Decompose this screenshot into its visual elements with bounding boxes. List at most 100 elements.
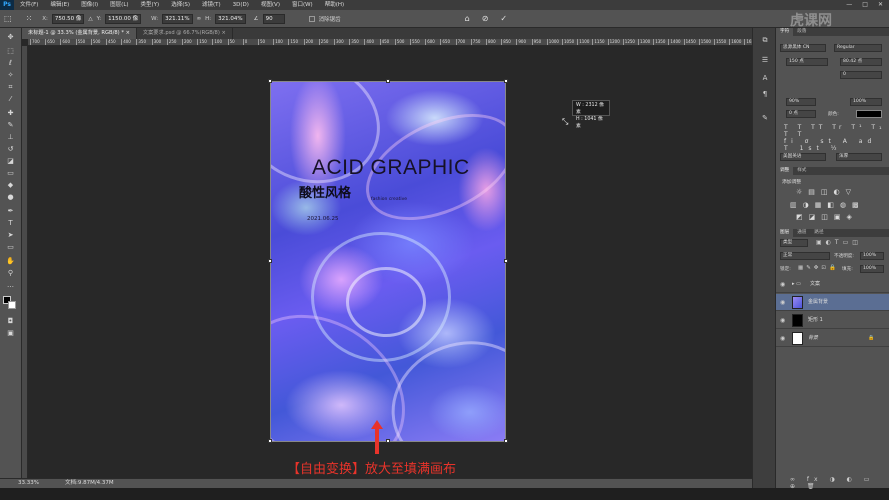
brush-panel-icon[interactable]: ✎ xyxy=(759,114,771,124)
menu-file[interactable]: 文件(F) xyxy=(14,0,44,10)
quick-mask-icon[interactable]: ◘ xyxy=(4,316,17,326)
blend-mode-select[interactable]: 正常 xyxy=(780,252,830,260)
layer-filter-icons[interactable]: ▣◐T▭◫ xyxy=(816,239,862,246)
eraser-tool-icon[interactable]: ◪ xyxy=(4,156,17,166)
font-family-select[interactable]: 思源黑体 CN xyxy=(780,44,826,52)
tab-untitled[interactable]: 未标题-1 @ 33.3% (金属背景, RGB/8) * × xyxy=(22,28,137,39)
horizontal-ruler[interactable]: 700 650 600 550 500 450 400 350 300 250 200 150 100 5… xyxy=(28,39,752,46)
transform-handle-top-left[interactable] xyxy=(268,79,272,83)
vertical-scale-field[interactable]: 90% xyxy=(786,98,816,106)
checkbox[interactable] xyxy=(308,15,315,22)
tab-layers[interactable]: 图层 xyxy=(776,229,794,237)
canvas-workspace[interactable]: ACID GRAPHIC 酸性风格 fashion creative 2021.… xyxy=(28,47,752,478)
background-color-swatch[interactable] xyxy=(8,301,16,309)
shape-tool-icon[interactable]: ▭ xyxy=(4,242,17,252)
tab-channels[interactable]: 通道 xyxy=(793,229,810,237)
path-select-icon[interactable]: ➤ xyxy=(4,230,17,240)
transform-handle-bottom-left[interactable] xyxy=(268,439,272,443)
transform-handle-right[interactable] xyxy=(504,259,508,263)
opacity-field[interactable]: 100% xyxy=(860,252,884,260)
layer-row-background[interactable]: ◉ 背景 🔒 xyxy=(776,330,889,347)
healing-brush-icon[interactable]: ✚ xyxy=(4,108,17,118)
more-tools-icon[interactable]: … xyxy=(4,280,17,290)
menu-view[interactable]: 视图(V) xyxy=(255,0,286,10)
lasso-tool-icon[interactable]: ℓ xyxy=(4,58,17,68)
menu-edit[interactable]: 编辑(E) xyxy=(44,0,75,10)
gradient-tool-icon[interactable]: ▭ xyxy=(4,168,17,178)
tab-copy-requirements[interactable]: 文案要求.psd @ 66.7%(RGB/8) × xyxy=(137,28,233,39)
visibility-eye-icon[interactable]: ◉ xyxy=(780,330,785,347)
blur-tool-icon[interactable]: ◆ xyxy=(4,180,17,190)
w-field[interactable]: 321.11% xyxy=(162,13,193,24)
menu-3d[interactable]: 3D(D) xyxy=(227,0,255,10)
warp-mode-icon[interactable]: ⌂ xyxy=(465,14,470,23)
dodge-tool-icon[interactable]: ● xyxy=(4,192,17,202)
tracking-field[interactable]: 0 xyxy=(840,71,882,79)
transform-handle-top[interactable] xyxy=(386,79,390,83)
horizontal-scale-field[interactable]: 100% xyxy=(850,98,882,106)
layer-kind-filter[interactable]: 类型 xyxy=(780,239,808,247)
close-button[interactable]: ✕ xyxy=(878,0,883,10)
baseline-field[interactable]: 0 点 xyxy=(786,110,816,118)
leading-field[interactable]: 80.42 点 xyxy=(840,58,882,66)
adjustment-icons-row1[interactable]: ☼▤◫◐▽ xyxy=(796,188,857,196)
menu-layer[interactable]: 图层(L) xyxy=(104,0,134,10)
transform-handle-bottom-right[interactable] xyxy=(504,439,508,443)
commit-transform-icon[interactable]: ✓ xyxy=(500,14,507,23)
visibility-eye-icon[interactable]: ◉ xyxy=(780,276,785,293)
fill-field[interactable]: 100% xyxy=(860,265,884,273)
tab-paths[interactable]: 路径 xyxy=(810,229,827,237)
menu-help[interactable]: 帮助(H) xyxy=(319,0,350,10)
move-tool-icon[interactable]: ✥ xyxy=(4,32,17,42)
menu-filter[interactable]: 滤镜(T) xyxy=(196,0,227,10)
text-color-swatch[interactable] xyxy=(856,110,882,118)
character-panel-icon[interactable]: A xyxy=(759,74,771,84)
hand-tool-icon[interactable]: ✋ xyxy=(4,256,17,266)
minimize-button[interactable]: — xyxy=(846,0,852,10)
cancel-transform-icon[interactable]: ⊘ xyxy=(482,14,489,23)
x-field[interactable]: 750.50 像 xyxy=(51,13,85,24)
transform-handle-bottom[interactable] xyxy=(386,439,390,443)
reference-point-icon[interactable]: ⁙ xyxy=(26,14,33,23)
y-field[interactable]: 1150.00 像 xyxy=(105,13,142,24)
brush-tool-icon[interactable]: ✎ xyxy=(4,120,17,130)
document-canvas[interactable]: ACID GRAPHIC 酸性风格 fashion creative 2021.… xyxy=(270,81,506,442)
language-select[interactable]: 美国英语 xyxy=(780,153,826,161)
history-panel-icon[interactable]: ⧉ xyxy=(759,36,771,46)
layer-row-shape[interactable]: ◉ 矩形 1 xyxy=(776,312,889,329)
properties-panel-icon[interactable]: ☰ xyxy=(759,56,771,66)
transform-handle-left[interactable] xyxy=(268,259,272,263)
marquee-tool-icon[interactable]: ⬚ xyxy=(4,46,17,56)
type-tool-icon[interactable]: T xyxy=(4,218,17,228)
font-style-select[interactable]: Regular xyxy=(834,44,882,52)
angle-field[interactable]: 90 xyxy=(262,13,285,24)
screen-mode-icon[interactable]: ▣ xyxy=(4,328,17,338)
lock-icons[interactable]: ▦✎✥⊡🔒 xyxy=(798,265,839,271)
menu-image[interactable]: 图像(I) xyxy=(75,0,104,10)
layer-row-selected[interactable]: ◉ 金属背景 xyxy=(776,294,889,311)
magic-wand-icon[interactable]: ✧ xyxy=(4,70,17,80)
text-style-buttons[interactable]: T T TT Tr T¹ T₁ T T xyxy=(784,124,889,138)
transform-handle-top-right[interactable] xyxy=(504,79,508,83)
visibility-eye-icon[interactable]: ◉ xyxy=(780,294,785,311)
tab-adjustments[interactable]: 调整 xyxy=(776,167,794,175)
relative-position-icon[interactable]: △ xyxy=(88,16,92,22)
maximize-button[interactable]: □ xyxy=(862,0,868,10)
antialias-select[interactable]: 浑厚 xyxy=(836,153,882,161)
font-size-field[interactable]: 150 点 xyxy=(786,58,828,66)
history-brush-icon[interactable]: ↺ xyxy=(4,144,17,154)
menu-window[interactable]: 窗口(W) xyxy=(286,0,319,10)
menu-type[interactable]: 类型(Y) xyxy=(135,0,166,10)
stamp-tool-icon[interactable]: ⊥ xyxy=(4,132,17,142)
tab-styles[interactable]: 样式 xyxy=(793,167,810,175)
transform-tool-icon[interactable]: ⬚ xyxy=(4,14,12,23)
visibility-eye-icon[interactable]: ◉ xyxy=(780,312,785,329)
layer-row-group[interactable]: ◉ ▸ ▭ 文案 xyxy=(776,276,889,293)
opentype-buttons[interactable]: fi σ st A ad T 1st ½ xyxy=(784,138,889,152)
link-icon[interactable]: ∞ xyxy=(197,16,202,22)
crop-tool-icon[interactable]: ⌗ xyxy=(4,82,17,92)
adjustment-icons-row2[interactable]: ▥◑▦◧◍▩ xyxy=(790,201,865,209)
h-field[interactable]: 321.04% xyxy=(215,13,246,24)
eyedropper-icon[interactable]: ⁄ xyxy=(4,94,17,104)
menu-select[interactable]: 选择(S) xyxy=(165,0,196,10)
